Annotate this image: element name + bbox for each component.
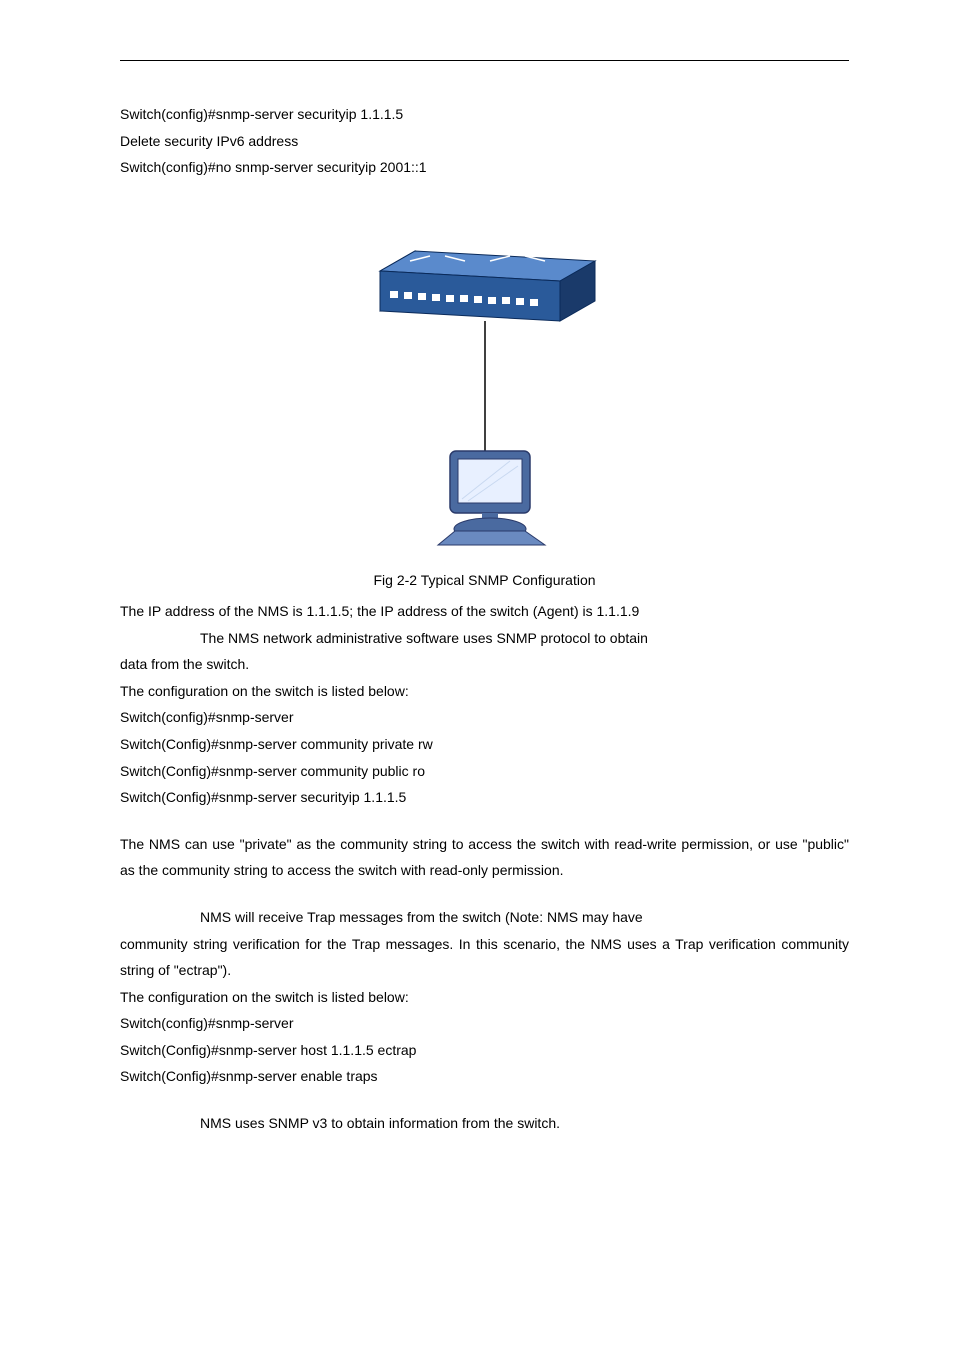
body-text: The IP address of the NMS is 1.1.1.5; th… [120, 598, 849, 625]
config-intro: The configuration on the switch is liste… [120, 984, 849, 1011]
figure-caption: Fig 2-2 Typical SNMP Configuration [120, 567, 849, 594]
config-line: Switch(Config)#snmp-server community pub… [120, 758, 849, 785]
config-line: Switch(config)#snmp-server securityip 1.… [120, 101, 849, 128]
config-line: Switch(Config)#snmp-server enable traps [120, 1063, 849, 1090]
body-text: community string verification for the Tr… [120, 931, 849, 984]
config-intro: The configuration on the switch is liste… [120, 678, 849, 705]
body-text: The NMS can use "private" as the communi… [120, 831, 849, 884]
config-line: Switch(config)#snmp-server [120, 704, 849, 731]
body-text-lead: The NMS network administrative software … [120, 630, 648, 646]
config-line: Delete security IPv6 address [120, 128, 849, 155]
config-line: Switch(Config)#snmp-server community pri… [120, 731, 849, 758]
body-text: NMS uses SNMP v3 to obtain information f… [120, 1110, 849, 1137]
body-text: data from the switch. [120, 651, 849, 678]
diagram-figure [120, 231, 849, 560]
body-text: NMS will receive Trap messages from the … [120, 904, 849, 931]
config-line: Switch(config)#snmp-server [120, 1010, 849, 1037]
config-line: Switch(Config)#snmp-server host 1.1.1.5 … [120, 1037, 849, 1064]
body-text-lead: NMS will receive Trap messages from the … [120, 909, 643, 925]
network-diagram-icon [360, 231, 610, 551]
horizontal-rule [120, 60, 849, 61]
config-line: Switch(config)#no snmp-server securityip… [120, 154, 849, 181]
body-text-lead: NMS uses SNMP v3 to obtain information f… [120, 1115, 560, 1131]
config-line: Switch(Config)#snmp-server securityip 1.… [120, 784, 849, 811]
body-text: The NMS network administrative software … [120, 625, 849, 652]
